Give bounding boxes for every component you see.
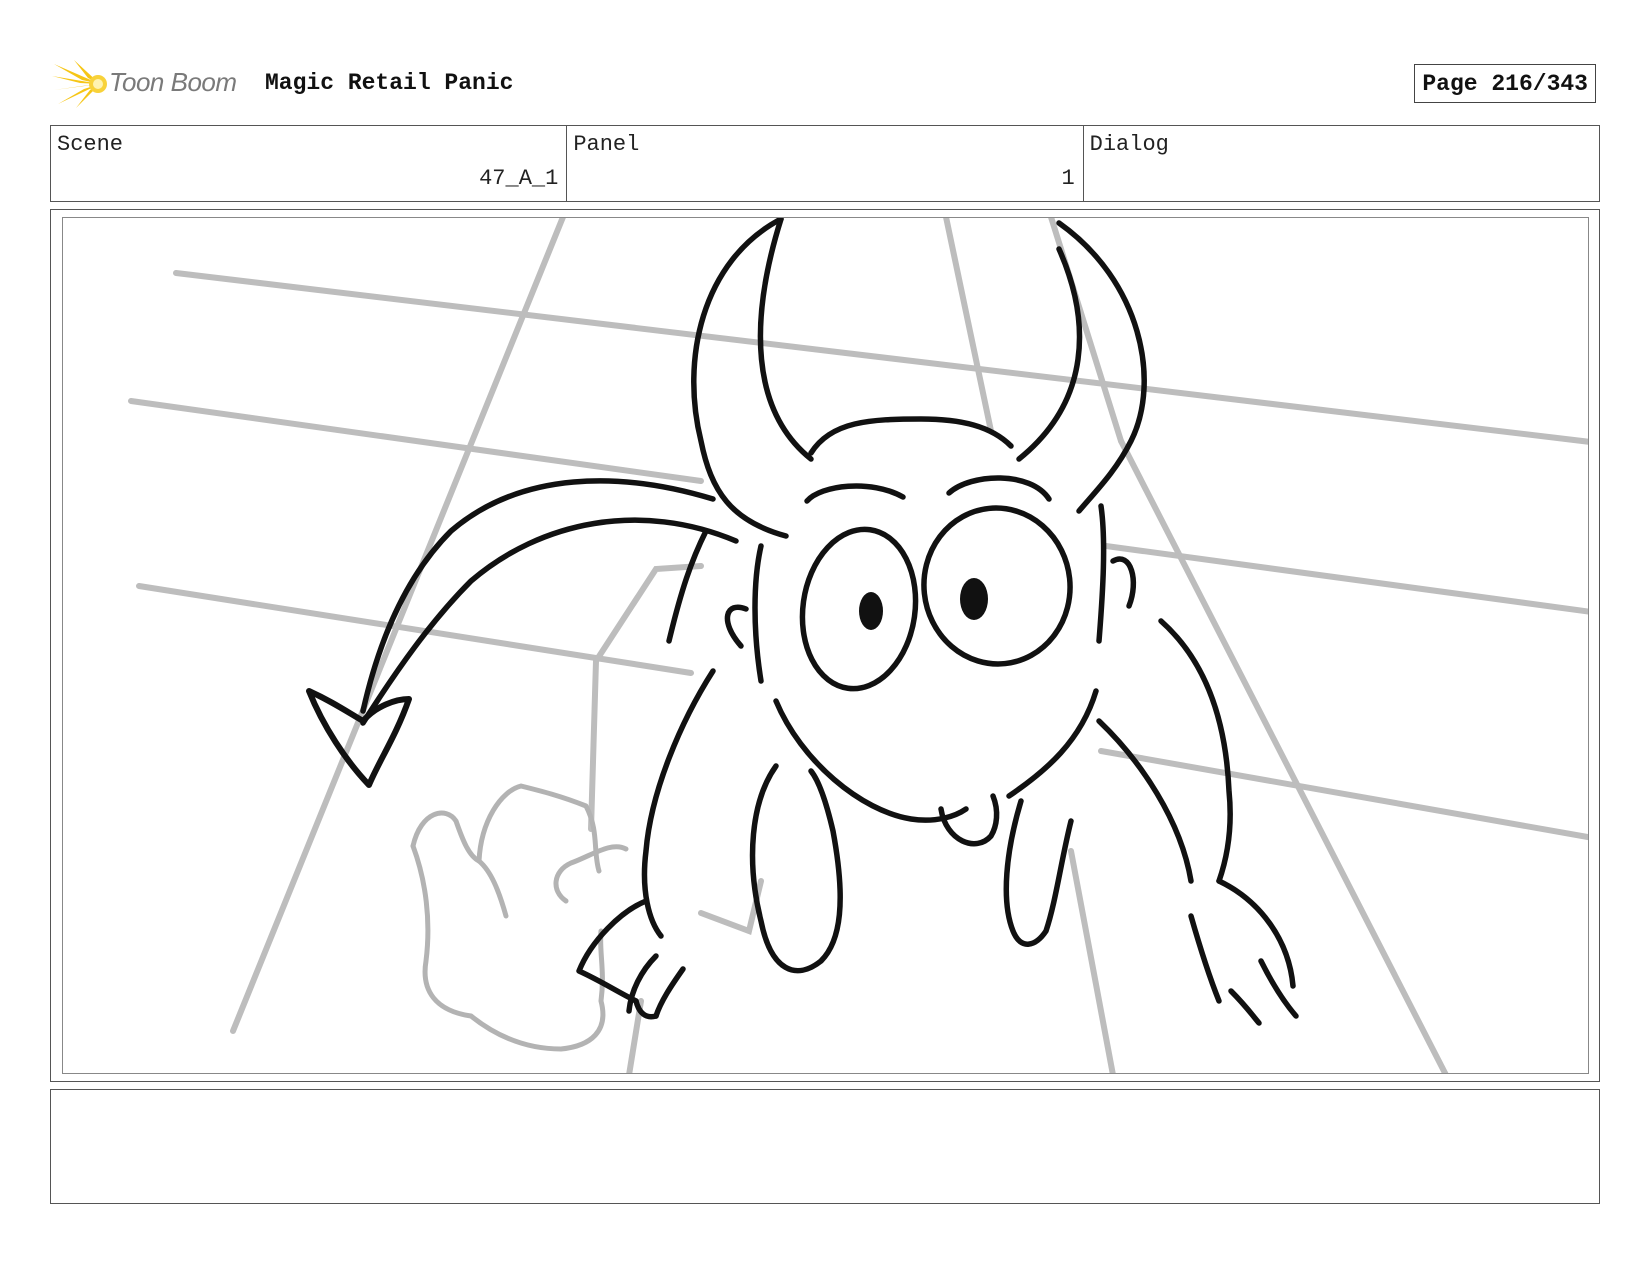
logo-text: Toon Boom [109,67,237,97]
panel-value: 1 [1061,166,1075,191]
floor-grid [128,218,1588,1073]
toon-boom-starburst-icon [52,60,107,108]
panel-label: Panel [573,132,640,157]
project-title: Magic Retail Panic [265,70,514,96]
panel-info-table: Scene 47_A_1 Panel 1 Dialog [50,125,1600,202]
page-indicator: Page 216/343 [1414,64,1596,103]
storyboard-sketch [128,218,1588,1073]
dust-cloud [410,783,629,1052]
storyboard-drawing-area [62,217,1589,1074]
panel-cell: Panel 1 [567,126,1084,201]
scene-value: 47_A_1 [479,166,559,191]
scene-label: Scene [57,132,124,157]
scene-cell: Scene 47_A_1 [51,126,568,201]
devil-character [306,218,1299,1026]
dialog-label: Dialog [1089,132,1169,157]
dialog-cell: Dialog [1084,126,1599,201]
toon-boom-logo: Toon Boom [52,58,252,110]
header: Toon Boom Magic Retail Panic Page 216/34… [52,58,1602,108]
notes-box [50,1089,1600,1204]
